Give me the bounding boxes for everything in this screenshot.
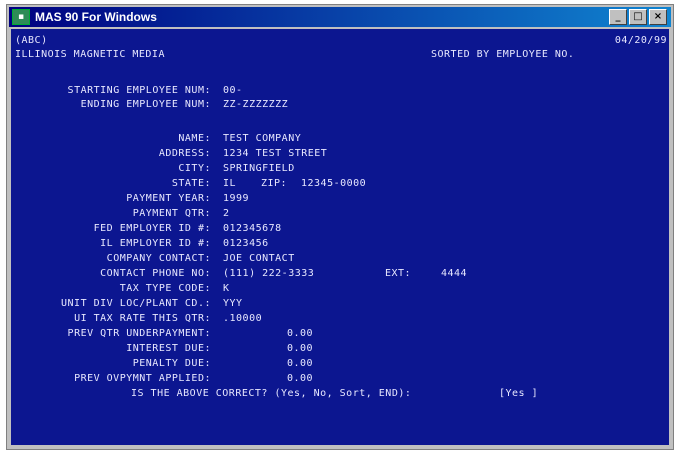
interest-due-field[interactable]: 0.00 — [287, 343, 313, 355]
interest-due-label: INTEREST DUE: — [126, 343, 211, 354]
penalty-due-field[interactable]: 0.00 — [287, 358, 313, 370]
ui-tax-rate-label: UI TAX RATE THIS QTR: — [74, 313, 211, 324]
end-employee-field[interactable]: ZZ-ZZZZZZZ — [223, 99, 288, 111]
state-label: STATE: — [171, 178, 211, 189]
minimize-button[interactable]: _ — [609, 9, 627, 25]
confirm-answer-input[interactable]: [Yes ] — [499, 388, 538, 400]
app-icon[interactable]: ▪ — [12, 9, 30, 25]
company-contact-label: COMPANY CONTACT: — [106, 253, 211, 264]
penalty-due-label: PENALTY DUE: — [132, 358, 211, 369]
contact-phone-label: CONTACT PHONE NO: — [100, 268, 211, 279]
title-bar[interactable]: ▪ MAS 90 For Windows _ □ × — [9, 7, 671, 27]
prev-overpayment-field[interactable]: 0.00 — [287, 373, 313, 385]
zip-field[interactable]: 12345-0000 — [301, 178, 366, 190]
prev-underpayment-field[interactable]: 0.00 — [287, 328, 313, 340]
city-field[interactable]: SPRINGFIELD — [223, 163, 295, 175]
company-contact-field[interactable]: JOE CONTACT — [223, 253, 295, 265]
window-controls: _ □ × — [609, 9, 667, 25]
start-employee-label: STARTING EMPLOYEE NUM: — [67, 85, 211, 96]
end-employee-label: ENDING EMPLOYEE NUM: — [80, 99, 211, 110]
terminal-screen[interactable]: (ABC) 04/20/99 ILLINOIS MAGNETIC MEDIA S… — [11, 29, 669, 445]
report-date: 04/20/99 — [614, 35, 667, 46]
payment-qtr-field[interactable]: 2 — [223, 208, 230, 220]
contact-phone-field[interactable]: (111) 222-3333 — [223, 268, 314, 280]
prev-underpayment-label: PREV QTR UNDERPAYMENT: — [67, 328, 211, 339]
maximize-button[interactable]: □ — [629, 9, 647, 25]
ext-field[interactable]: 4444 — [441, 268, 467, 280]
address-field[interactable]: 1234 TEST STREET — [223, 148, 327, 160]
confirm-prompt: IS THE ABOVE CORRECT? (Yes, No, Sort, EN… — [131, 388, 412, 399]
address-label: ADDRESS: — [158, 148, 211, 159]
payment-year-label: PAYMENT YEAR: — [126, 193, 211, 204]
payment-qtr-label: PAYMENT QTR: — [132, 208, 211, 219]
sort-info: SORTED BY EMPLOYEE NO. — [431, 49, 575, 60]
fed-employer-id-field[interactable]: 012345678 — [223, 223, 282, 235]
report-name: ILLINOIS MAGNETIC MEDIA — [15, 49, 165, 60]
ext-label: EXT: — [385, 268, 412, 279]
unit-div-label: UNIT DIV LOC/PLANT CD.: — [61, 298, 211, 309]
prev-overpayment-label: PREV OVPYMNT APPLIED: — [74, 373, 211, 384]
window-title: MAS 90 For Windows — [35, 10, 157, 24]
tax-type-field[interactable]: K — [223, 283, 230, 295]
fed-employer-id-label: FED EMPLOYER ID #: — [93, 223, 211, 234]
app-window: ▪ MAS 90 For Windows _ □ × (ABC) 04/20/9… — [6, 4, 674, 450]
payment-year-field[interactable]: 1999 — [223, 193, 249, 205]
name-label: NAME: — [178, 133, 211, 144]
start-employee-field[interactable]: 00- — [223, 85, 243, 97]
city-label: CITY: — [178, 163, 211, 174]
unit-div-field[interactable]: YYY — [223, 298, 243, 310]
zip-label: ZIP: — [261, 178, 288, 189]
close-button[interactable]: × — [649, 9, 667, 25]
tax-type-label: TAX TYPE CODE: — [119, 283, 211, 294]
il-employer-id-label: IL EMPLOYER ID #: — [100, 238, 211, 249]
state-field[interactable]: IL — [223, 178, 236, 190]
name-field[interactable]: TEST COMPANY — [223, 133, 301, 145]
company-code: (ABC) — [15, 35, 48, 46]
il-employer-id-field[interactable]: 0123456 — [223, 238, 269, 250]
ui-tax-rate-field[interactable]: .10000 — [223, 313, 262, 325]
